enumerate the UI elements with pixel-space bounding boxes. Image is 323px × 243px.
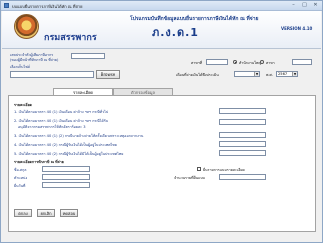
- chevron-down-icon: ▼: [292, 72, 297, 76]
- year-select-value: 2567: [278, 72, 288, 76]
- cancel-button[interactable]: ยกเลิก: [37, 209, 55, 217]
- income-row-5-label: 5. เงินได้ตามมาตรา 40 (2) กรณีผู้รับเงิน…: [14, 152, 124, 156]
- app-window: บบแบบยื่นรายการภาษีเงินได้หัก ณ ที่จ่าย …: [0, 0, 323, 243]
- maximize-button[interactable]: □: [300, 2, 309, 8]
- revenue-department-logo: [14, 14, 39, 39]
- version-label: VERSION 4.10: [281, 26, 313, 31]
- tax-id-input[interactable]: [71, 53, 105, 59]
- year-select[interactable]: 2567 ▼: [276, 71, 298, 77]
- test-button[interactable]: ทดสอบ: [60, 209, 78, 217]
- withholder-name-label: ชื่อ-สกุล: [14, 168, 27, 172]
- app-icon: [4, 3, 9, 8]
- title-bar: บบแบบยื่นรายการภาษีเงินได้หัก ณ ที่จ่าย …: [1, 1, 322, 11]
- program-subtitle: โปรแกรมบันทึกข้อมูลแบบยื่นรายการภาษีเงิน…: [130, 16, 259, 22]
- month-label: เดือนที่จ่ายเงินได้พึงประเมิน: [176, 73, 219, 77]
- month-select[interactable]: ▼: [234, 71, 260, 77]
- withholder-name-input[interactable]: [42, 166, 90, 172]
- year-label: พ.ศ.: [266, 73, 273, 77]
- filing-count-input[interactable]: [219, 174, 266, 180]
- filing-date-label: ยื่นวันที่: [14, 184, 26, 188]
- file-label: เลือกเก็บไฟล์: [10, 65, 31, 69]
- file-path-input[interactable]: [10, 71, 94, 78]
- tab-details[interactable]: รายละเอียด: [53, 88, 113, 95]
- attach-details-label: ยื่นรายการแนบรายละเอียด: [203, 168, 245, 172]
- withholder-position-input[interactable]: [42, 174, 90, 180]
- details-panel: รายละเอียด 1. เงินได้ตามมาตรา 40 (1) เงิ…: [8, 95, 316, 232]
- filing-date-input[interactable]: [42, 182, 90, 188]
- browse-button[interactable]: Browse: [96, 70, 120, 79]
- income-row-4-input[interactable]: [219, 141, 266, 147]
- income-row-5-input[interactable]: [219, 150, 266, 156]
- tax-id-sublabel: (ของผู้มีหน้าที่หักภาษี ณ ที่จ่าย): [10, 58, 59, 62]
- window-title: บบแบบยื่นรายการภาษีเงินได้หัก ณ ที่จ่าย: [12, 4, 83, 9]
- income-row-3-label: 3. เงินได้ตามมาตรา 40 (1) (2) กรณีนายจ้า…: [14, 134, 144, 138]
- filing-count-label: จำนวนรายที่ยื่นแบบ: [174, 176, 205, 180]
- close-button[interactable]: ✕: [311, 2, 320, 8]
- income-row-2-sublabel: อนุมัติจากกรมสรรพากรให้หักอัตราร้อยละ 3: [18, 125, 86, 129]
- org-name: กรมสรรพากร: [44, 33, 97, 43]
- withholder-title: รายละเอียดการหักภาษี ณ ที่จ่าย: [14, 160, 64, 164]
- ok-button[interactable]: ตกลง: [14, 209, 32, 217]
- radio-head-office-label: สำนักงานใหญ่: [239, 61, 262, 65]
- withholder-position-label: ตำแหน่ง: [14, 176, 28, 180]
- branch-input[interactable]: [206, 59, 228, 65]
- chevron-down-icon: ▼: [254, 72, 259, 76]
- attach-details-checkbox[interactable]: [197, 167, 201, 171]
- header-banner: กรมสรรพากร โปรแกรมบันทึกข้อมูลแบบยื่นราย…: [2, 11, 321, 49]
- branch-label: สาขาที่: [191, 61, 203, 65]
- income-row-1-input[interactable]: [219, 108, 266, 114]
- radio-branch-label: สาขา: [266, 61, 275, 65]
- section-title: รายละเอียด: [14, 103, 33, 107]
- form-code: ภ.ง.ด.1: [152, 26, 199, 39]
- tab-filter[interactable]: ตัวกรองข้อมูล: [113, 88, 173, 95]
- branch-number-input[interactable]: [292, 59, 312, 65]
- minimize-button[interactable]: –: [289, 2, 298, 8]
- radio-branch[interactable]: [260, 60, 264, 64]
- income-row-2-input[interactable]: [219, 119, 266, 125]
- income-row-1-label: 1. เงินได้ตามมาตรา 40 (1) เงินเดือน ค่าจ…: [14, 110, 109, 114]
- income-row-4-label: 4. เงินได้ตามมาตรา 40 (2) กรณีผู้รับเงิน…: [14, 143, 117, 147]
- radio-head-office[interactable]: [233, 60, 237, 64]
- income-row-3-input[interactable]: [219, 132, 266, 138]
